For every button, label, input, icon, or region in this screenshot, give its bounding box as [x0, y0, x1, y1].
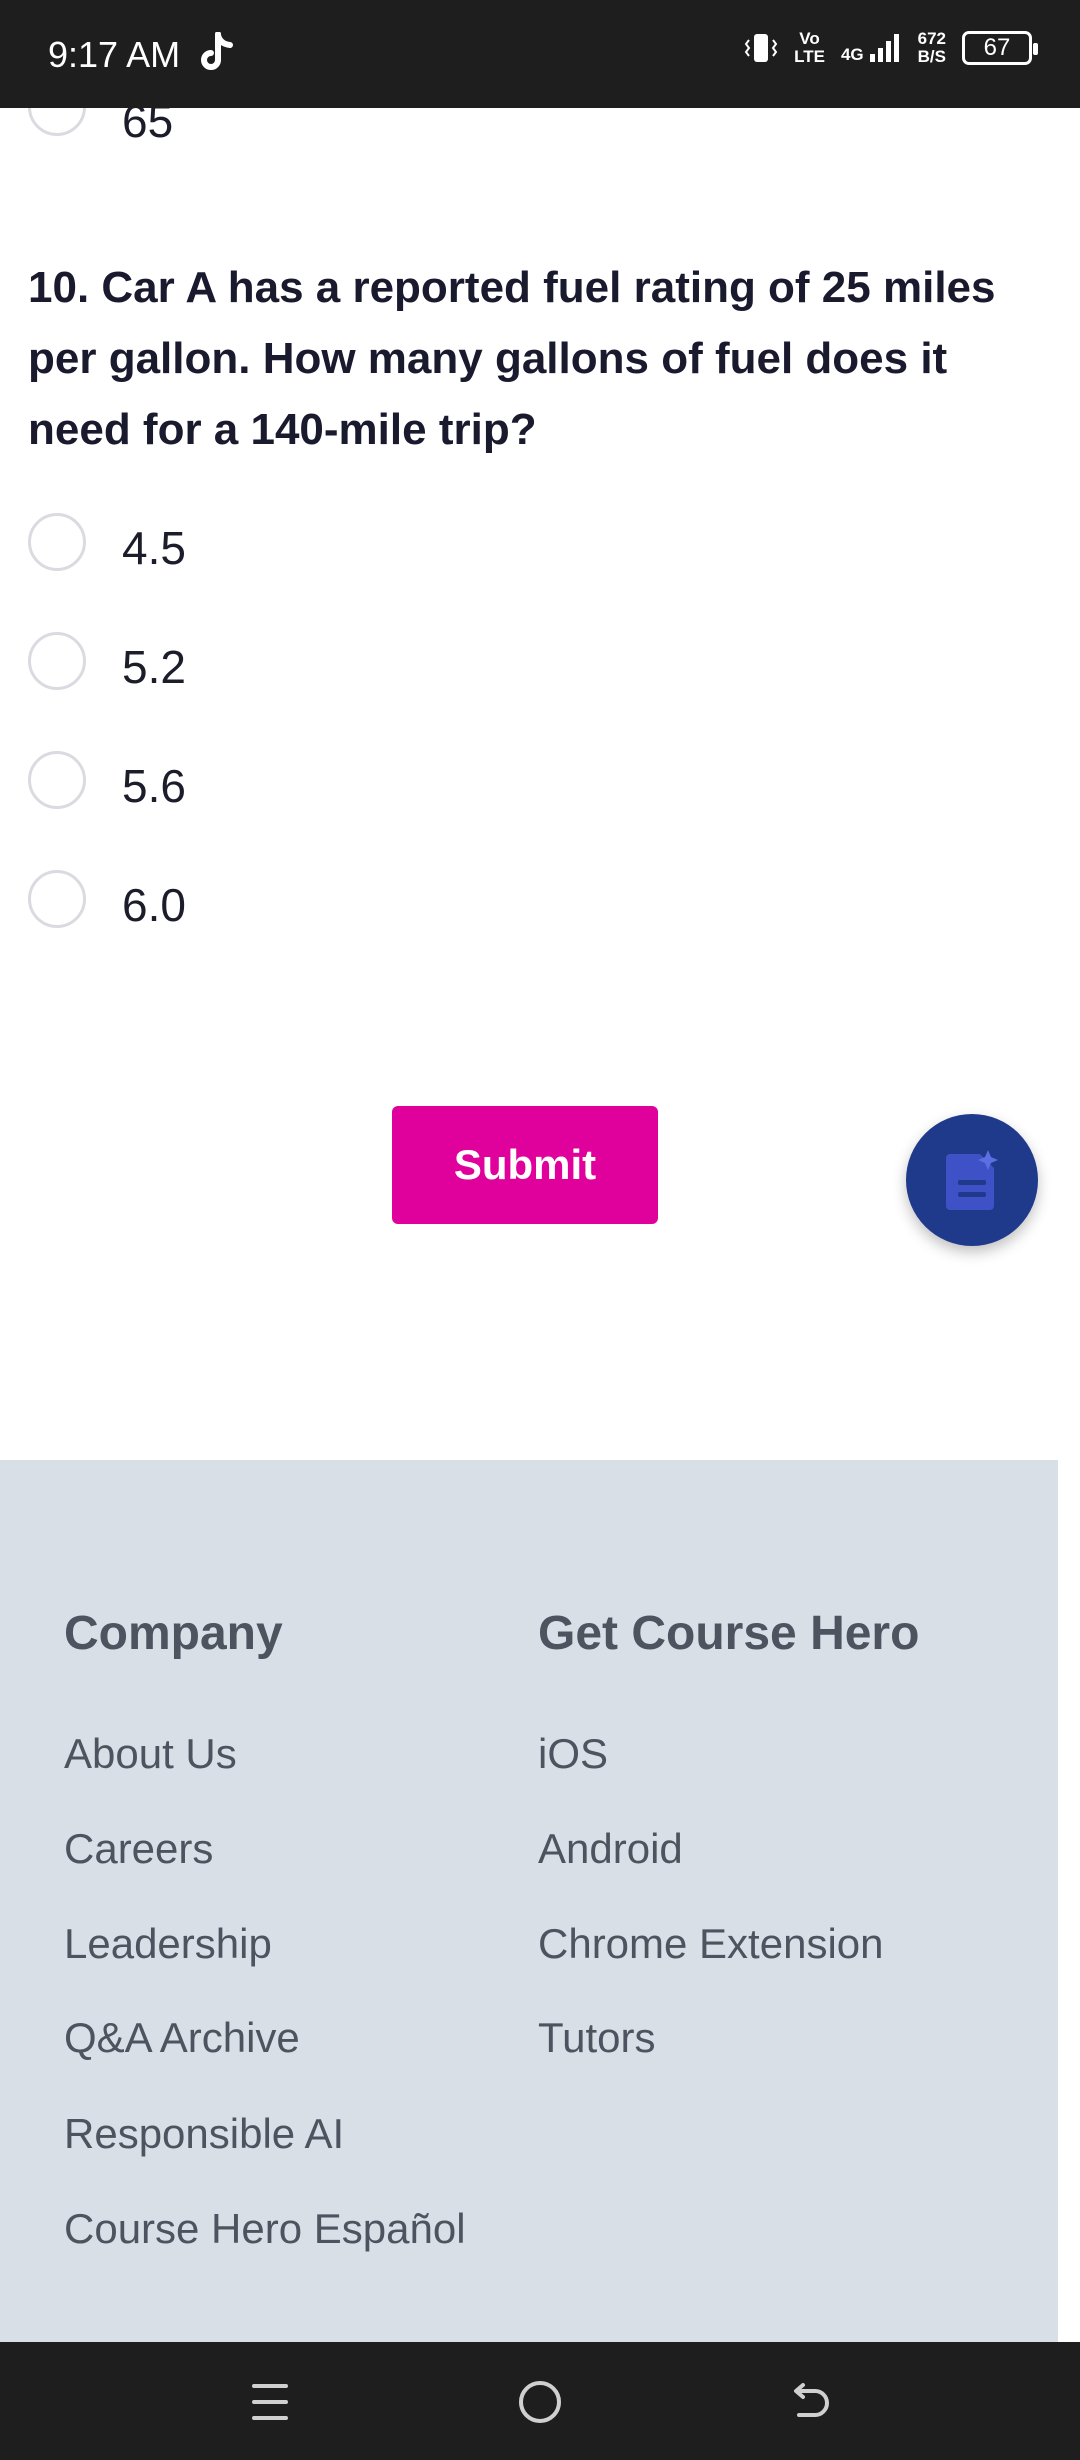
radio-option[interactable]	[28, 513, 86, 571]
document-sparkle-icon	[946, 1150, 998, 1210]
footer-link-tutors[interactable]: Tutors	[538, 2014, 655, 2062]
footer-heading-get-course-hero: Get Course Hero	[538, 1607, 920, 1660]
signal-icon	[869, 34, 899, 62]
footer-link-ios[interactable]: iOS	[538, 1730, 608, 1778]
vibrate-icon	[744, 34, 778, 62]
network-type: 4G	[840, 45, 864, 64]
status-icons: Vo LTE 4G 672 B/S 67	[744, 29, 1038, 66]
footer-link-qa-archive[interactable]: Q&A Archive	[64, 2014, 300, 2062]
tiktok-icon	[201, 32, 233, 70]
footer-link-careers[interactable]: Careers	[64, 1825, 213, 1873]
footer-link-leadership[interactable]: Leadership	[64, 1920, 272, 1968]
signal-group: 4G	[841, 32, 902, 64]
radio-option[interactable]	[28, 632, 86, 690]
footer-link-responsible-ai[interactable]: Responsible AI	[64, 2110, 344, 2158]
radio-option[interactable]	[28, 751, 86, 809]
footer-heading-company: Company	[64, 1607, 283, 1660]
site-footer: Company About Us Careers Leadership Q&A …	[0, 1460, 1058, 2344]
back-button[interactable]	[780, 2372, 840, 2432]
ai-assistant-button[interactable]	[906, 1114, 1038, 1246]
option-label: 5.6	[122, 760, 186, 812]
footer-link-course-hero-espanol[interactable]: Course Hero Español	[64, 2205, 466, 2253]
data-speed: 672 B/S	[917, 29, 946, 66]
option-label: 4.5	[122, 522, 186, 574]
status-bar: 9:17 AM Vo LTE 4G 672 B/S 67	[0, 0, 1080, 108]
home-icon	[519, 2381, 561, 2423]
battery-indicator: 67	[962, 31, 1038, 65]
home-button[interactable]	[510, 2372, 570, 2432]
footer-link-chrome-extension[interactable]: Chrome Extension	[538, 1920, 884, 1968]
battery-level: 67	[983, 34, 1011, 61]
option-label: 65	[122, 108, 174, 147]
back-icon	[794, 2383, 829, 2417]
option-label: 6.0	[122, 879, 186, 931]
system-navigation-bar	[0, 2342, 1080, 2460]
status-time: 9:17 AM	[48, 34, 181, 75]
recent-apps-button[interactable]	[240, 2372, 300, 2432]
footer-link-about-us[interactable]: About Us	[64, 1730, 237, 1778]
question-text: 10. Car A has a reported fuel rating of …	[28, 263, 996, 454]
menu-icon	[252, 2384, 288, 2420]
page-content[interactable]: 65 10. Car A has a reported fuel rating …	[0, 108, 1080, 2344]
radio-option[interactable]	[28, 108, 86, 136]
footer-link-android[interactable]: Android	[538, 1825, 683, 1873]
volte-indicator: Vo LTE	[794, 29, 825, 66]
submit-button[interactable]: Submit	[392, 1106, 658, 1224]
radio-option[interactable]	[28, 870, 86, 928]
option-label: 5.2	[122, 641, 186, 693]
